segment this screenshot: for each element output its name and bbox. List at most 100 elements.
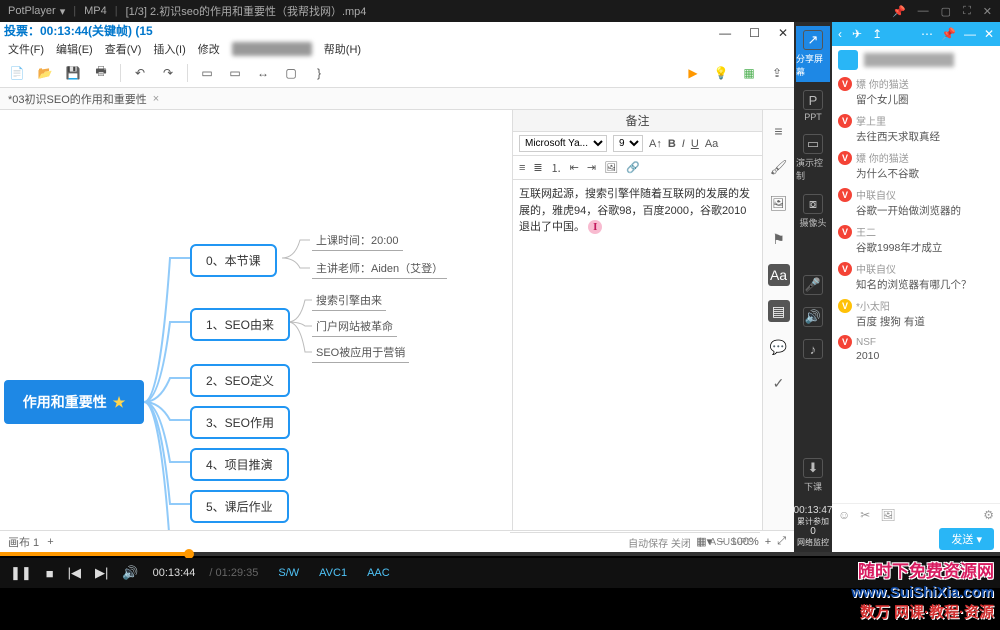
menu-insert[interactable]: 插入(I)	[153, 41, 185, 57]
node-3[interactable]: 3、SEO作用	[190, 406, 290, 439]
link-icon[interactable]: 🔗	[626, 161, 640, 174]
chat-more-icon[interactable]: ⋯	[921, 27, 933, 41]
save-icon[interactable]: 💾	[62, 62, 84, 84]
next-button[interactable]: ▶|	[95, 565, 108, 581]
node-2[interactable]: 2、SEO定义	[190, 364, 290, 397]
gantt-icon[interactable]: ▦	[738, 62, 760, 84]
ppt-button[interactable]: P PPT	[796, 86, 830, 126]
tab-close-icon[interactable]: ×	[153, 93, 159, 105]
share-icon[interactable]: ⇪	[766, 62, 788, 84]
node-5[interactable]: 5、课后作业	[190, 490, 289, 523]
back-icon[interactable]: ‹	[838, 27, 842, 41]
document-tab[interactable]: *03初识SEO的作用和重要性 ×	[0, 88, 794, 110]
export-icon[interactable]: ↥	[872, 27, 882, 41]
speaker-button[interactable]: 🔊	[796, 303, 830, 331]
add-canvas-icon[interactable]: +	[47, 536, 53, 548]
present-icon[interactable]: ▶	[682, 62, 704, 84]
subtopic-icon[interactable]: ▭	[224, 62, 246, 84]
end-class-button[interactable]: ⬇ 下课	[796, 454, 830, 497]
font-bigger-icon[interactable]: A↑	[649, 138, 662, 150]
list-bullet-icon[interactable]: ≣	[533, 161, 542, 174]
zoom-in-icon[interactable]: +	[765, 536, 771, 548]
progress-bar[interactable]	[0, 552, 1000, 556]
bold-button[interactable]: B	[668, 138, 676, 150]
menu-help[interactable]: 帮助(H)	[324, 41, 361, 57]
subnode-0a[interactable]: 上课时间：20:00	[312, 230, 403, 251]
minimize-icon[interactable]: —	[918, 5, 929, 18]
decoder-mode[interactable]: S/W	[278, 567, 299, 579]
boundary-icon[interactable]: ▢	[280, 62, 302, 84]
chat-min-icon[interactable]: —	[964, 27, 976, 41]
inner-maximize-icon[interactable]: ☐	[749, 26, 760, 40]
dropdown-icon[interactable]: ▾	[60, 5, 66, 18]
underline-button[interactable]: U	[691, 138, 699, 150]
font-select[interactable]: Microsoft Ya...	[519, 135, 607, 152]
text-case-icon[interactable]: Aa	[705, 138, 718, 150]
open-icon[interactable]: 📂	[34, 62, 56, 84]
undo-icon[interactable]: ↶	[129, 62, 151, 84]
chat-pin-icon[interactable]: 📌	[941, 27, 956, 41]
share-screen-button[interactable]: ↗ 分享屏幕	[796, 26, 830, 82]
notes-toggle-icon[interactable]: ▤	[768, 300, 790, 322]
pin-icon[interactable]: 📌	[892, 5, 906, 18]
picture-icon[interactable]: 🖼	[880, 508, 895, 522]
indent-icon[interactable]: ⇥	[587, 161, 596, 174]
node-0[interactable]: 0、本节课	[190, 244, 277, 277]
settings-icon[interactable]: ⚙	[983, 508, 994, 522]
prev-button[interactable]: |◀	[68, 565, 81, 581]
camera-button[interactable]: ⧇ 摄像头	[796, 190, 830, 233]
emoji-icon[interactable]: ☺	[838, 508, 850, 522]
relation-icon[interactable]: ↔	[252, 62, 274, 84]
node-4[interactable]: 4、项目推演	[190, 448, 289, 481]
volume-icon[interactable]: 🔊	[122, 565, 138, 581]
print-icon[interactable]: 🖶	[90, 62, 112, 84]
root-node[interactable]: 作用和重要性★	[4, 380, 144, 424]
list-number-icon[interactable]: ⒈	[551, 160, 562, 176]
subnode-1c[interactable]: SEO被应用于营销	[312, 342, 409, 363]
subnode-0b[interactable]: 主讲老师：Aiden（艾登）	[312, 258, 447, 279]
topic-icon[interactable]: ▭	[196, 62, 218, 84]
menu-view[interactable]: 查看(V)	[105, 41, 142, 57]
present-control-button[interactable]: ▭ 演示控制	[796, 130, 830, 186]
new-icon[interactable]: 📄	[6, 62, 28, 84]
chat-close-icon[interactable]: ✕	[984, 27, 994, 41]
idea-icon[interactable]: 💡	[710, 62, 732, 84]
mic-button[interactable]: 🎤	[796, 271, 830, 299]
close-icon[interactable]: ✕	[983, 5, 992, 18]
canvas-label[interactable]: 画布 1	[8, 534, 39, 550]
music-button[interactable]: ♪	[796, 335, 830, 363]
inner-close-icon[interactable]: ✕	[778, 26, 788, 40]
redo-icon[interactable]: ↷	[157, 62, 179, 84]
comments-icon[interactable]: 💬	[768, 336, 790, 358]
stop-button[interactable]: ■	[46, 566, 54, 581]
outline-icon[interactable]: ≡	[768, 120, 790, 142]
send-button[interactable]: 发送 ▾	[939, 528, 994, 550]
align-left-icon[interactable]: ≡	[519, 162, 525, 174]
outdent-icon[interactable]: ⇤	[570, 161, 579, 174]
subnode-1b[interactable]: 门户网站被革命	[312, 316, 397, 337]
subnode-1a[interactable]: 搜索引擎由来	[312, 290, 386, 311]
menu-edit[interactable]: 编辑(E)	[56, 41, 93, 57]
fontsize-select[interactable]: 9	[613, 135, 643, 152]
chat-list[interactable]: V嫖 你的猫送留个女儿圈V掌上里去往西天求取真经V嫖 你的猫送为什么不谷歌V中联…	[832, 74, 1000, 503]
plane-icon[interactable]: ✈	[852, 27, 862, 41]
italic-button[interactable]: I	[682, 138, 685, 150]
inner-minimize-icon[interactable]: —	[719, 26, 731, 40]
pause-button[interactable]: ❚❚	[10, 565, 32, 581]
fullscreen-icon[interactable]: ⛶	[963, 5, 971, 18]
mindmap-canvas[interactable]: 作用和重要性★ 0、本节课 1、SEO由来 2、SEO定义 3、SEO作用 4、…	[0, 110, 512, 530]
node-1[interactable]: 1、SEO由来	[190, 308, 290, 341]
scissors-icon[interactable]: ✂	[860, 508, 870, 522]
menu-file[interactable]: 文件(F)	[8, 41, 44, 57]
fit-icon[interactable]: ⤢	[777, 535, 786, 548]
summary-icon[interactable]: }	[308, 62, 330, 84]
text-style-icon[interactable]: Aa	[768, 264, 790, 286]
task-icon[interactable]: ✓	[768, 372, 790, 394]
notes-textarea[interactable]: 互联网起源，搜索引擎伴随着互联网的发展的发展的，雅虎94，谷歌98，百度2000…	[513, 180, 762, 530]
image-panel-icon[interactable]: 🖼	[768, 192, 790, 214]
menu-modify[interactable]: 修改	[198, 41, 220, 57]
image-icon[interactable]: 🖼	[604, 161, 618, 174]
format-brush-icon[interactable]: 🖌	[768, 156, 790, 178]
marker-icon[interactable]: ⚑	[768, 228, 790, 250]
maximize-icon[interactable]: ▢	[941, 5, 951, 18]
